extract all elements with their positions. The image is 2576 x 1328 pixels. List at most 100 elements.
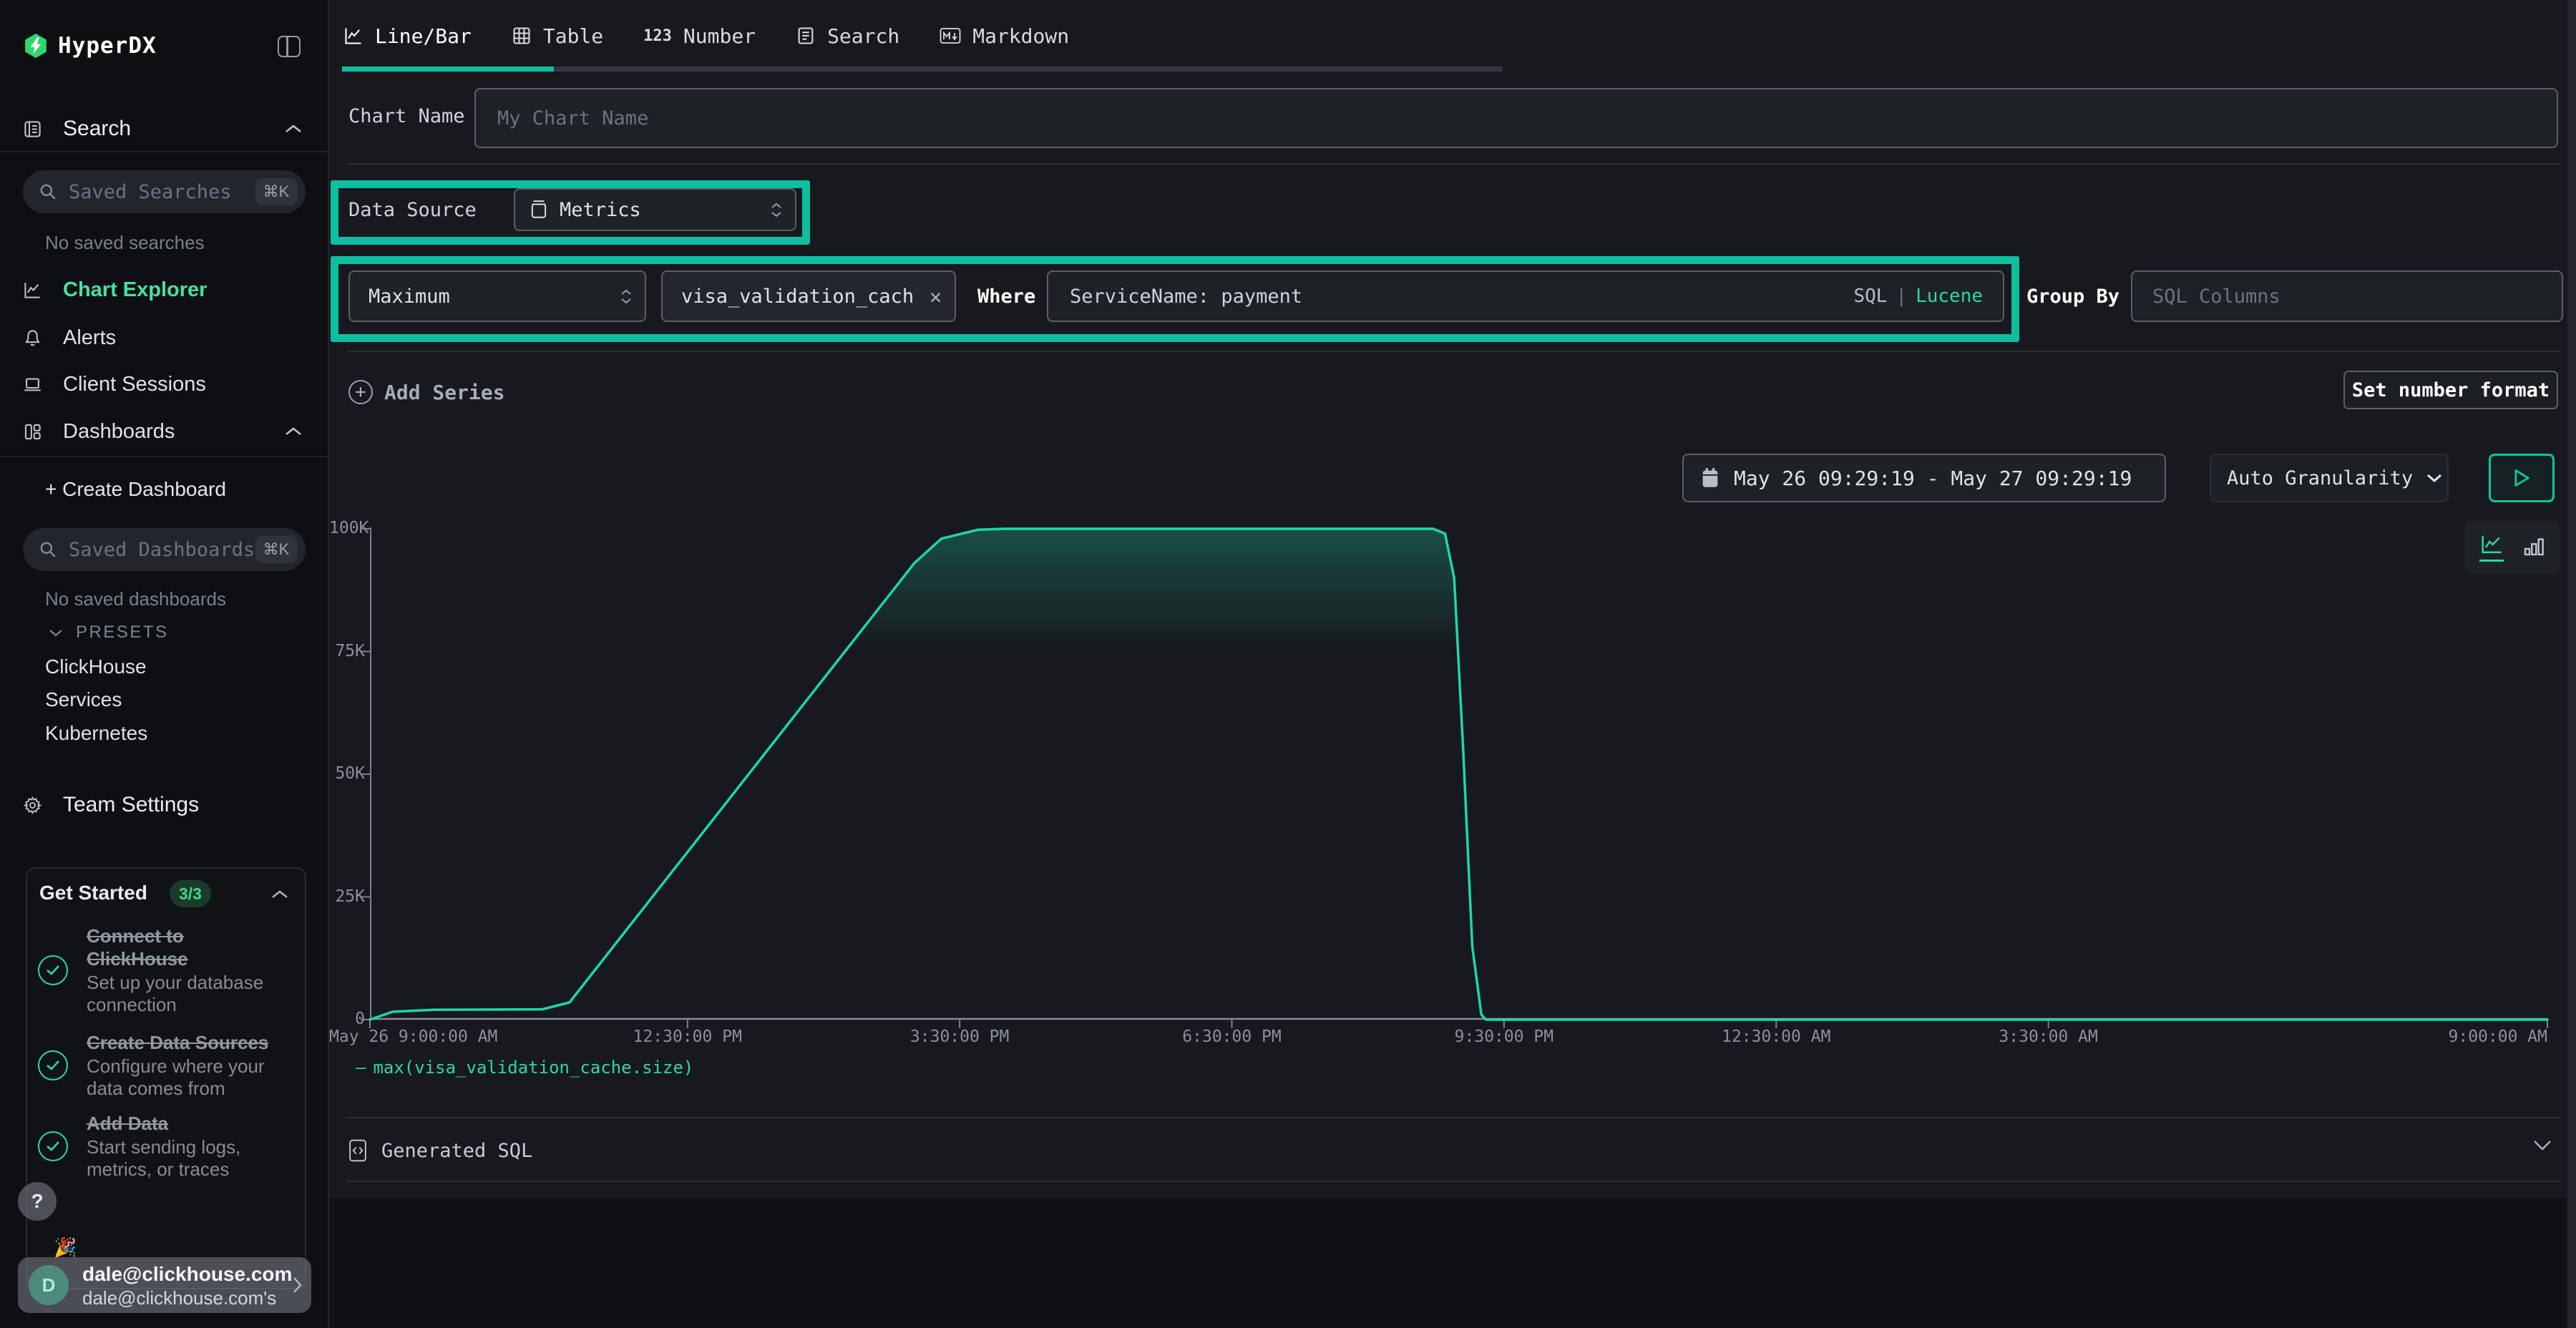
saved-dashboards-placeholder: Saved Dashboards <box>69 539 255 561</box>
brand-name: HyperDX <box>58 33 157 59</box>
user-subtitle: dale@clickhouse.com's <box>82 1287 276 1309</box>
where-value: ServiceName: payment <box>1070 285 1302 308</box>
tab-label: Markdown <box>972 24 1069 48</box>
x-tick-label: 9:00:00 AM <box>2449 1027 2547 1046</box>
get-started-item[interactable]: Connect to ClickHouse Set up your databa… <box>38 923 288 1017</box>
display-format-tabs: Line/Bar Table 123 Number Search Markdow… <box>329 0 2567 72</box>
user-email: dale@clickhouse.com <box>82 1263 292 1286</box>
presets-header[interactable]: PRESETS <box>49 622 169 643</box>
play-icon <box>2512 468 2531 488</box>
chevron-right-icon <box>292 1276 303 1294</box>
y-tick-label: 75K <box>329 642 365 660</box>
y-tick-label: 100K <box>329 519 365 537</box>
get-started-item-subtitle: Start sending logs, metrics, or traces <box>87 1136 288 1181</box>
preset-services[interactable]: Services <box>45 688 122 711</box>
chevron-down-icon[interactable] <box>2532 1139 2553 1152</box>
divider <box>347 1117 2560 1118</box>
search-section-header[interactable]: Search <box>0 113 328 145</box>
chart-name-input[interactable]: My Chart Name <box>474 88 2558 148</box>
aggregation-value: Maximum <box>369 285 450 308</box>
set-number-format-button[interactable]: Set number format <box>2343 371 2558 409</box>
chart-line-icon <box>23 280 42 300</box>
preset-kubernetes[interactable]: Kubernetes <box>45 722 147 745</box>
x-tick-label: 3:30:00 PM <box>910 1027 1009 1046</box>
create-dashboard-button[interactable]: + Create Dashboard <box>45 478 226 501</box>
x-tick-label: May 26 9:00:00 AM <box>329 1027 497 1046</box>
get-started-title: Get Started <box>39 882 147 904</box>
page-bottom-area <box>329 1196 2567 1328</box>
get-started-item-subtitle: Set up your database connection <box>87 972 288 1016</box>
remove-metric-icon[interactable]: ✕ <box>930 285 942 308</box>
tab-label: Line/Bar <box>375 24 472 48</box>
sidebar-collapse-icon[interactable] <box>278 36 301 57</box>
hyperdx-app: HyperDX Search Saved Searches ⌘K No save… <box>0 0 2576 1328</box>
granularity-value: Auto Granularity <box>2227 467 2413 489</box>
sidebar-item-chart-explorer[interactable]: Chart Explorer <box>0 274 328 306</box>
granularity-select[interactable]: Auto Granularity <box>2210 454 2449 502</box>
database-icon <box>530 200 548 220</box>
preset-clickhouse[interactable]: ClickHouse <box>45 655 147 678</box>
data-source-select[interactable]: Metrics <box>514 188 796 231</box>
where-input[interactable]: ServiceName: payment SQL | Lucene <box>1047 270 2004 322</box>
saved-searches-placeholder: Saved Searches <box>69 181 232 203</box>
add-series-button[interactable]: + Add Series <box>348 372 505 412</box>
sidebar: HyperDX Search Saved Searches ⌘K No save… <box>0 0 329 1328</box>
sidebar-item-client-sessions[interactable]: Client Sessions <box>0 368 328 400</box>
sidebar-item-label: Alerts <box>63 326 116 350</box>
check-circle-icon <box>38 1050 68 1080</box>
help-button[interactable]: ? <box>18 1182 57 1221</box>
line-chart-icon <box>343 26 364 46</box>
check-circle-icon <box>38 1131 68 1161</box>
y-tick-label: 0 <box>329 1010 365 1028</box>
search-list-icon <box>796 26 816 46</box>
divider <box>347 1181 2560 1182</box>
where-label: Where <box>977 275 1035 318</box>
shortcut-badge: ⌘K <box>255 536 297 563</box>
tab-number[interactable]: 123 Number <box>623 0 776 72</box>
aggregation-select[interactable]: Maximum <box>348 270 646 322</box>
get-started-item-title: Connect to ClickHouse <box>87 924 288 970</box>
x-tick-label: 9:30:00 PM <box>1455 1027 1553 1046</box>
sidebar-item-alerts[interactable]: Alerts <box>0 322 328 353</box>
chart-plot-area[interactable] <box>370 527 2547 1020</box>
brand[interactable]: HyperDX <box>24 31 157 60</box>
lucene-mode-toggle[interactable]: Lucene <box>1916 285 1983 307</box>
generated-sql-toggle[interactable]: Generated SQL <box>348 1128 532 1173</box>
main-content: Line/Bar Table 123 Number Search Markdow… <box>329 0 2576 1328</box>
generated-sql-label: Generated SQL <box>381 1140 532 1162</box>
search-icon <box>39 182 57 201</box>
get-started-badge: 3/3 <box>170 880 211 907</box>
sidebar-item-dashboards[interactable]: Dashboards <box>0 416 328 447</box>
no-saved-dashboards-text: No saved dashboards <box>45 588 226 610</box>
user-menu[interactable]: D dale@clickhouse.com dale@clickhouse.co… <box>18 1257 311 1313</box>
run-query-button[interactable] <box>2489 454 2555 502</box>
tab-line-bar[interactable]: Line/Bar <box>343 0 492 72</box>
plus-circle-icon: + <box>348 380 373 404</box>
chevron-up-icon[interactable] <box>284 426 303 437</box>
sql-mode-toggle[interactable]: SQL <box>1853 285 1887 307</box>
get-started-item[interactable]: Create Data Sources Configure where your… <box>38 1029 288 1102</box>
group-by-label: Group By <box>2026 275 2119 318</box>
select-chevrons-icon <box>771 202 782 218</box>
sidebar-item-label: Chart Explorer <box>63 278 207 302</box>
sidebar-item-label: Dashboards <box>63 420 175 444</box>
tab-markdown[interactable]: Markdown <box>919 0 1089 72</box>
tab-label: Search <box>827 24 899 48</box>
table-icon <box>512 26 532 46</box>
chart-legend[interactable]: — max(visa_validation_cache.size) <box>356 1058 693 1078</box>
chevron-up-icon[interactable] <box>284 123 303 135</box>
date-range-picker[interactable]: May 26 09:29:19 - May 27 09:29:19 <box>1682 454 2166 502</box>
get-started-item[interactable]: Add Data Start sending logs, metrics, or… <box>38 1110 288 1183</box>
saved-dashboards-input[interactable]: Saved Dashboards ⌘K <box>23 528 306 571</box>
mode-divider: | <box>1896 285 1907 307</box>
tab-table[interactable]: Table <box>492 0 623 72</box>
saved-searches-input[interactable]: Saved Searches ⌘K <box>23 170 306 213</box>
group-by-input[interactable]: SQL Columns <box>2131 270 2563 322</box>
chevron-up-icon[interactable] <box>270 889 289 900</box>
metric-chip[interactable]: visa_validation_cach ✕ <box>661 270 956 322</box>
scrollbar-track[interactable] <box>2567 0 2576 1328</box>
select-chevrons-icon <box>620 289 632 304</box>
search-icon <box>39 540 57 559</box>
team-settings-item[interactable]: Team Settings <box>0 789 328 821</box>
tab-search[interactable]: Search <box>776 0 919 72</box>
